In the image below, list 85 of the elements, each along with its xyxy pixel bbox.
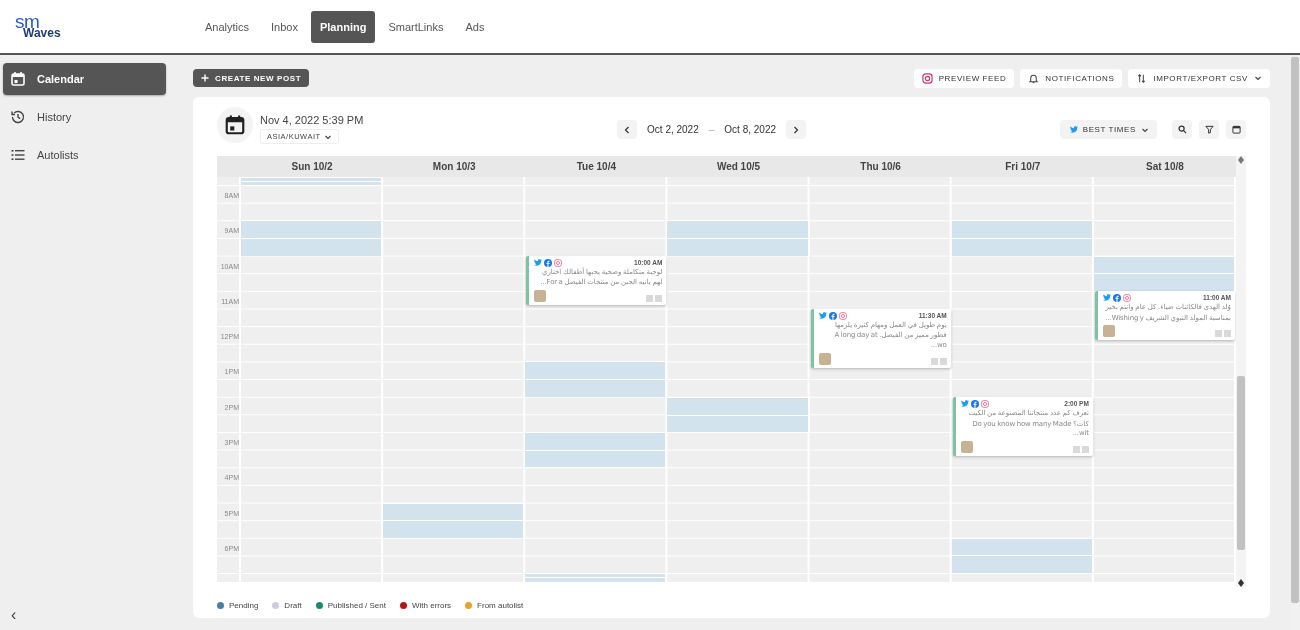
range-end: Oct 8, 2022 bbox=[724, 124, 776, 135]
scroll-down-icon bbox=[1238, 160, 1244, 164]
legend-label: From autolist bbox=[477, 601, 524, 610]
photo-placeholder bbox=[1102, 325, 1115, 338]
photo-placeholder bbox=[960, 441, 973, 454]
chevron-left-icon bbox=[624, 125, 631, 134]
calendar-button[interactable] bbox=[1226, 120, 1246, 139]
calendar-icon bbox=[224, 114, 246, 136]
bell-icon bbox=[1028, 72, 1040, 84]
search-button[interactable] bbox=[1172, 120, 1192, 139]
create-post-button[interactable]: CREATE NEW POST bbox=[193, 69, 310, 87]
best-time-slot[interactable] bbox=[383, 502, 526, 538]
caret-icon bbox=[1254, 74, 1262, 82]
instagram-icon bbox=[1122, 293, 1131, 302]
day-header: Sun 10/2 bbox=[290, 160, 334, 174]
photo-placeholder bbox=[534, 290, 547, 303]
instagram-icon bbox=[921, 72, 933, 84]
best-time-slot[interactable] bbox=[525, 361, 668, 397]
scrollbar[interactable] bbox=[1236, 156, 1246, 587]
sidebar-item[interactable]: Calendar bbox=[3, 63, 166, 95]
legend-label: Draft bbox=[284, 601, 302, 610]
twitter-bird-icon bbox=[818, 312, 827, 320]
toolbar-button[interactable]: PREVIEW FEED bbox=[913, 68, 1015, 88]
facebook-icon bbox=[1112, 293, 1121, 302]
photo-placeholder bbox=[818, 352, 831, 365]
range-separator: – bbox=[708, 124, 715, 135]
scroll-up-icon bbox=[1238, 579, 1244, 583]
next-week-button[interactable] bbox=[786, 120, 806, 139]
search-icon bbox=[1177, 125, 1187, 134]
facebook-icon bbox=[828, 311, 837, 320]
facebook-icon bbox=[970, 399, 979, 408]
range-start: Oct 2, 2022 bbox=[647, 124, 699, 135]
instagram-icon bbox=[980, 399, 989, 408]
best-time-slot[interactable] bbox=[1093, 255, 1236, 291]
previous-week-button[interactable] bbox=[617, 120, 638, 139]
calendar-icon bbox=[1231, 125, 1241, 134]
twitter-bird-icon bbox=[1102, 294, 1111, 302]
day-header: Mon 10/3 bbox=[431, 160, 477, 174]
nav-tab[interactable]: Analytics bbox=[196, 10, 259, 43]
best-time-slot[interactable] bbox=[667, 220, 810, 256]
sort-arrows-icon bbox=[1136, 72, 1148, 84]
scrollbar-thumb[interactable] bbox=[1237, 375, 1245, 550]
instagram-icon bbox=[554, 258, 563, 267]
nav-tab[interactable]: Inbox bbox=[262, 10, 307, 43]
sidebar-item[interactable]: History bbox=[3, 101, 166, 133]
scroll-down-icon bbox=[1238, 583, 1244, 587]
nav-tab[interactable]: Planning bbox=[310, 10, 376, 43]
best-time-slot[interactable] bbox=[241, 177, 384, 185]
history-icon bbox=[10, 109, 26, 125]
list-icon bbox=[10, 147, 26, 163]
twitter-bird-icon bbox=[960, 400, 969, 408]
day-header: Tue 10/4 bbox=[575, 160, 617, 174]
day-header: Fri 10/7 bbox=[1004, 160, 1042, 174]
best-time-slot[interactable] bbox=[241, 220, 384, 256]
day-header: Sat 10/8 bbox=[1145, 160, 1185, 174]
best-times-dropdown[interactable]: BEST TIMES bbox=[1059, 120, 1157, 139]
facebook-icon bbox=[544, 258, 553, 267]
twitter-bird-icon bbox=[534, 259, 543, 267]
legend-label: Published / Sent bbox=[327, 601, 386, 610]
nav-tab[interactable]: Ads bbox=[456, 10, 494, 43]
best-time-slot[interactable] bbox=[525, 432, 668, 468]
nav-tab[interactable]: SmartLinks bbox=[379, 10, 453, 43]
best-time-slot[interactable] bbox=[525, 573, 668, 582]
scroll-up-icon bbox=[1238, 156, 1244, 160]
day-header: Thu 10/6 bbox=[859, 160, 902, 174]
logo: sm Waves bbox=[15, 14, 61, 39]
page-scrollbar[interactable] bbox=[1291, 57, 1299, 604]
instagram-icon bbox=[838, 311, 847, 320]
filter-button[interactable] bbox=[1199, 120, 1219, 139]
plus-icon bbox=[201, 74, 209, 82]
legend-label: With errors bbox=[411, 601, 452, 610]
day-header: Wed 10/5 bbox=[715, 160, 762, 174]
collapse-button[interactable]: ‹ bbox=[3, 606, 17, 624]
best-time-slot[interactable] bbox=[951, 220, 1094, 256]
current-datetime: Nov 4, 2022 5:39 PM bbox=[260, 114, 364, 126]
best-time-slot[interactable] bbox=[667, 396, 810, 433]
filter-icon bbox=[1204, 125, 1214, 134]
toolbar-button[interactable]: IMPORT/EXPORT CSV bbox=[1128, 68, 1270, 88]
legend-label: Pending bbox=[229, 601, 259, 610]
twitter-bird-icon bbox=[1069, 126, 1078, 133]
best-time-slot[interactable] bbox=[951, 537, 1094, 574]
calendar-icon bbox=[10, 71, 26, 87]
chevron-right-icon bbox=[793, 125, 799, 134]
toolbar-button[interactable]: NOTIFICATIONS bbox=[1020, 68, 1123, 88]
sidebar-item[interactable]: Autolists bbox=[3, 139, 166, 171]
